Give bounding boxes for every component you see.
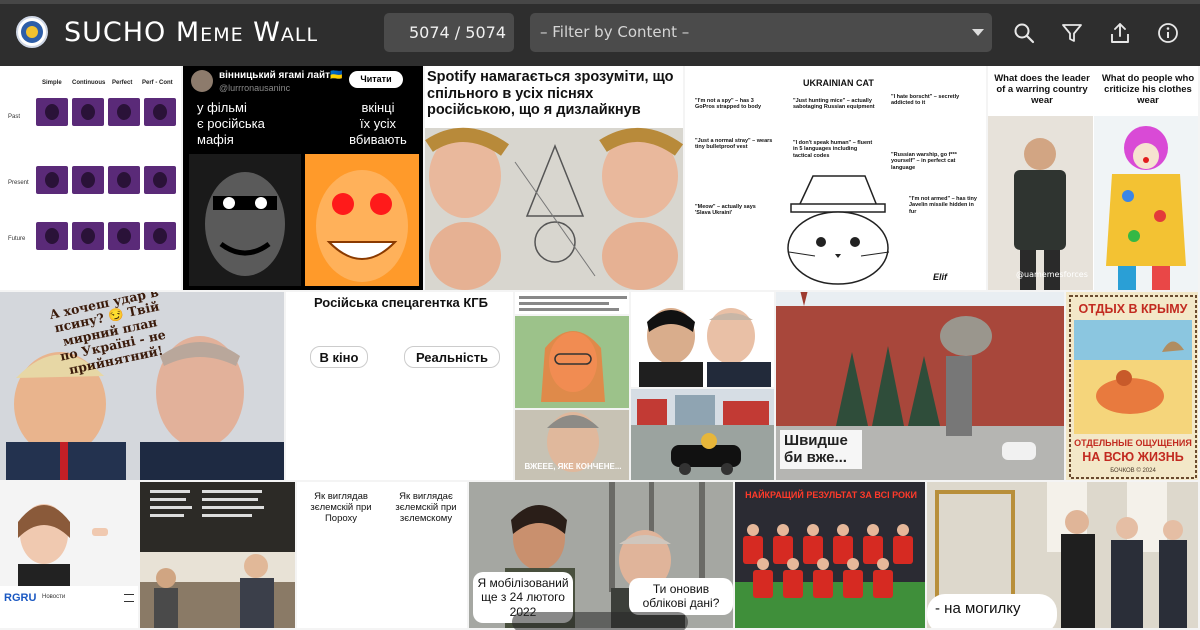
share-icon[interactable] [1108, 21, 1132, 45]
player-head [817, 558, 829, 570]
poster-title: ОТДЫХ В КРЫМУ [1078, 302, 1188, 316]
chevron-down-icon [972, 29, 984, 36]
meme-counter: 5074 / 5074 [384, 13, 514, 52]
row-label: Future [8, 236, 26, 242]
meme-tile-square[interactable]: Швидше би вже... [776, 292, 1066, 482]
meme-caption: ВЖЕЕЕ, ЯКЕ КОНЧЕНЕ... [524, 462, 622, 471]
greta-image [0, 482, 138, 586]
poster-slogan: НА ВСЮ ЖИЗНЬ [1082, 450, 1184, 464]
leader-image [988, 116, 1198, 290]
meme-tile-zelensky[interactable]: Як виглядав зєлемскій при Пороху Як вигл… [297, 482, 469, 630]
tense-table: Simple Continuous Perfect Perf - Cont Pa… [4, 80, 180, 290]
col-header: Perfect [112, 80, 133, 86]
meme-tile-coffee[interactable] [140, 482, 297, 630]
col-header: Continuous [72, 80, 106, 86]
filter-placeholder: – Filter by Content – [540, 23, 690, 41]
row-label: Past [8, 114, 21, 120]
search-icon[interactable] [1012, 21, 1036, 45]
tense-cell [72, 98, 104, 126]
tense-cell [108, 98, 140, 126]
player-head [847, 558, 859, 570]
rgru-logo: RGRU [4, 592, 37, 604]
scroll-overlay-pill[interactable] [512, 612, 688, 630]
player-shirt [893, 536, 913, 564]
content-filter-select[interactable]: – Filter by Content – [530, 13, 992, 52]
col-header: Simple [42, 80, 62, 86]
player-head [877, 558, 889, 570]
tense-cell [72, 222, 104, 250]
player-shirt [813, 570, 833, 598]
kiss-image [639, 308, 771, 387]
meme-tile-spotify[interactable]: Spotify намагається зрозуміти, що спільн… [425, 66, 685, 292]
meme-tile-mirror[interactable]: - на могилку [927, 482, 1200, 630]
tense-cell [108, 166, 140, 194]
math-lady-image [425, 128, 683, 290]
meme-tile-cat[interactable]: UKRAINIAN CAT "I'm not a spy" – has 3 Go… [685, 66, 988, 292]
player-head [867, 524, 879, 536]
meme-tile-grammar[interactable]: Simple Continuous Perfect Perf - Cont Pa… [0, 66, 183, 292]
mr-incredible-image [189, 154, 419, 286]
player-head [747, 524, 759, 536]
artist-signature: Elif [933, 272, 948, 282]
tense-cell [36, 222, 68, 250]
meme-tile-kiss[interactable] [631, 292, 776, 389]
reader-image [515, 292, 629, 480]
kgb-image [286, 370, 513, 480]
filter-icon[interactable] [1060, 21, 1084, 45]
meme-tile-greta[interactable]: RGRU Новости [0, 482, 140, 630]
coffee-shop-image [140, 482, 295, 628]
caption-right: Як виглядає зєлемскій при зєлемскому [395, 491, 457, 524]
meme-caption: - на могилку [927, 594, 1057, 628]
poster-slogan: ОТДЕЛЬНЫЕ ОЩУЩЕНИЯ [1074, 438, 1192, 448]
meme-tile-leader[interactable]: What does the leader of a warring countr… [988, 66, 1200, 292]
meme-tile-crimea[interactable]: ОТДЫХ В КРЫМУ ОТДЕЛЬНЫЕ ОЩУЩЕНИЯ НА ВСЮ … [1066, 292, 1200, 482]
news-link[interactable]: Новости [42, 594, 65, 600]
player-head [897, 524, 909, 536]
logo-sun [26, 26, 38, 38]
football-team-image [735, 524, 925, 628]
tense-cell [72, 166, 104, 194]
top-bar: SUCHO Meme Wall 5074 / 5074 – Filter by … [0, 0, 1200, 66]
meme-tile-rambo[interactable]: Я мобілізований ще з 24 лютого 2022 Ти о… [469, 482, 735, 630]
meme-tile-reader[interactable]: ВЖЕЕЕ, ЯКЕ КОНЧЕНЕ... [515, 292, 631, 482]
player-head [757, 558, 769, 570]
meme-tile-kgb[interactable]: Російська спецагентка КГБ В кіно Реальні… [286, 292, 515, 482]
player-shirt [873, 570, 893, 598]
tense-cell [108, 222, 140, 250]
player-head [787, 558, 799, 570]
tense-cell [36, 166, 68, 194]
player-head [807, 524, 819, 536]
sucho-logo[interactable] [16, 16, 48, 48]
parade-image [631, 389, 774, 480]
poster-signature: БОЧКОВ © 2024 [1110, 468, 1156, 474]
row-label: Present [8, 180, 29, 186]
menu-icon[interactable] [124, 594, 134, 602]
label-right: Реальність [404, 346, 500, 368]
app-title: SUCHO Meme Wall [64, 17, 319, 48]
cat-drawing [787, 175, 890, 285]
player-shirt [843, 570, 863, 598]
tense-cell [144, 98, 176, 126]
tense-cell [144, 222, 176, 250]
label-left: В кіно [310, 346, 368, 368]
tense-cell [144, 166, 176, 194]
player-shirt [783, 570, 803, 598]
caption-left: Як виглядав зєлемскій при Пороху [310, 491, 372, 524]
meme-tile-parade[interactable] [631, 389, 776, 482]
meme-caption: Швидше би вже... [780, 430, 862, 469]
speech-bubble-right: Ти оновив облікові дані? [629, 578, 733, 615]
meme-title: Російська спецагентка КГБ [313, 295, 489, 310]
player-shirt [753, 570, 773, 598]
player-head [777, 524, 789, 536]
credit-watermark: @uamemesforces [1016, 270, 1088, 279]
info-icon[interactable] [1156, 21, 1180, 45]
player-head [837, 524, 849, 536]
meme-wall: Simple Continuous Perfect Perf - Cont Pa… [0, 66, 1200, 630]
meme-tile-football[interactable]: НАЙКРАЩИЙ РЕЗУЛЬТАТ ЗА ВСІ РОКИ [735, 482, 927, 630]
tense-cell [36, 98, 68, 126]
col-header: Perf - Cont [142, 80, 173, 86]
meme-tile-trump[interactable]: А хочеш удар в псину? 😏 Твій мирний план… [0, 292, 286, 482]
meme-tile-tweet[interactable]: вінницький ягамі лайт🇺🇦 @lurrronausaninc… [183, 66, 425, 292]
